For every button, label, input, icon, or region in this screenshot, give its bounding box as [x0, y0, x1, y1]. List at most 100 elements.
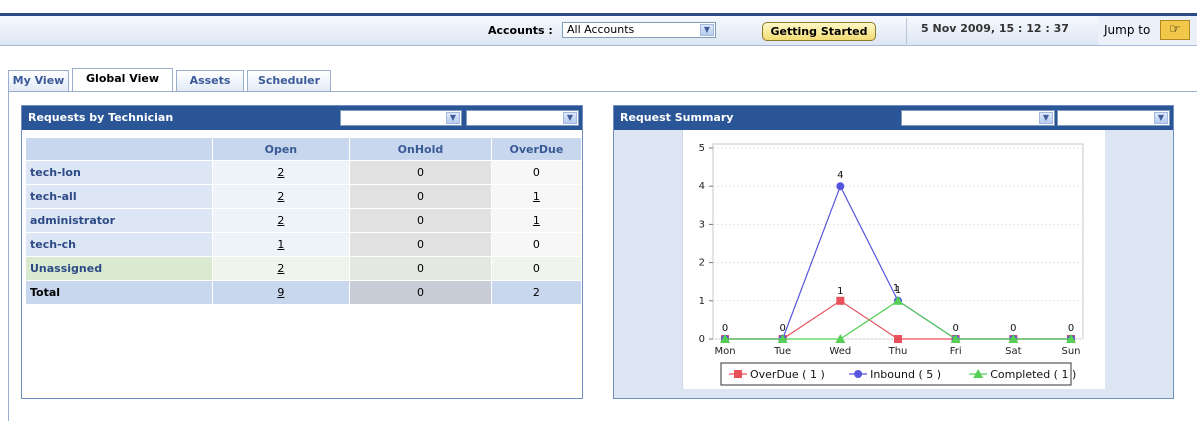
table-row: tech-lon 2 0 0 [25, 160, 583, 185]
accounts-select[interactable]: All Accounts ▼ [562, 22, 716, 38]
x-tick-label: Thu [888, 346, 908, 357]
legend-marker [854, 370, 863, 378]
overdue-point [894, 335, 902, 343]
total-open-link[interactable]: 9 [277, 286, 284, 299]
data-label: 1 [837, 286, 843, 297]
data-label: 0 [779, 323, 785, 334]
getting-started-button[interactable]: Getting Started [762, 22, 876, 41]
table-header-row: Open OnHold OverDue [25, 137, 583, 161]
site-filter-value: All Sites [345, 111, 396, 124]
legend-label: OverDue ( 1 ) [750, 368, 825, 381]
data-label: 1 [893, 283, 899, 294]
onhold-count: 0 [349, 184, 492, 209]
open-count-link[interactable]: 2 [277, 214, 284, 227]
chevron-down-icon: ▼ [563, 112, 577, 124]
jump-to-control[interactable]: Jump to ☞ [1098, 16, 1197, 45]
panel-title: Requests by Technician [28, 111, 174, 124]
y-tick-label: 0 [699, 334, 705, 345]
open-count-link[interactable]: 2 [277, 262, 284, 275]
technician-filter-value: Technician [471, 111, 537, 124]
current-datetime: 5 Nov 2009, 15 : 12 : 37 [921, 22, 1069, 35]
technician-filter-select[interactable]: Technician ▼ [466, 110, 579, 126]
tab-my-view[interactable]: My View [8, 70, 69, 91]
top-toolbar: Accounts : All Accounts ▼ Getting Starte… [0, 16, 1197, 46]
overdue-count-link[interactable]: 1 [533, 214, 540, 227]
chart-area: 0 1 2 3 4 5 Mon Tue Wed Thu Fri Sat Sun 0 0 4 1 0 0 0 1 1 Over… [682, 130, 1105, 389]
table-row: tech-ch 1 0 0 [25, 232, 583, 257]
legend-label: Completed ( 1 ) [990, 368, 1076, 381]
total-label: Total [25, 280, 213, 305]
legend-marker [734, 370, 742, 378]
data-label: 0 [1068, 323, 1074, 334]
request-summary-chart: 012345Mon Tue Wed Thu Fri Sat Sun0 0410 0 01 1Over… [699, 143, 1084, 386]
period-filter-select[interactable]: Last week ▼ [1057, 110, 1170, 126]
table-total-row: Total 9 0 2 [25, 280, 583, 305]
onhold-count: 0 [349, 256, 492, 281]
column-header-onhold: OnHold [349, 137, 492, 161]
technician-name[interactable]: tech-ch [25, 232, 213, 257]
onhold-count: 0 [349, 208, 492, 233]
tab-scheduler[interactable]: Scheduler [247, 70, 331, 91]
y-tick-label: 3 [699, 219, 705, 230]
x-tick-label: Wed [829, 346, 851, 357]
table-row: Unassigned 2 0 0 [25, 256, 583, 281]
x-tick-label: Sun [1061, 346, 1080, 357]
tab-underline [8, 91, 1197, 92]
y-tick-label: 2 [699, 258, 705, 269]
total-onhold: 0 [349, 280, 492, 305]
y-tick-label: 1 [699, 296, 705, 307]
table-row: tech-all 2 0 1 [25, 184, 583, 209]
technician-name[interactable]: Unassigned [25, 256, 213, 281]
tab-assets[interactable]: Assets [176, 70, 244, 91]
column-header-overdue: OverDue [490, 137, 583, 161]
technician-name[interactable]: administrator [25, 208, 213, 233]
site-filter-select[interactable]: All Sites ▼ [340, 110, 462, 126]
x-tick-label: Tue [773, 346, 791, 357]
content-border [8, 91, 9, 421]
legend-label: Inbound ( 5 ) [870, 368, 941, 381]
table-row: administrator 2 0 1 [25, 208, 583, 233]
technician-table: Open OnHold OverDue tech-lon 2 0 0 tech-… [25, 137, 583, 305]
overdue-point [836, 296, 845, 305]
open-count-link[interactable]: 2 [277, 166, 284, 179]
accounts-label: Accounts : [488, 24, 553, 37]
data-label: 0 [1010, 323, 1016, 334]
total-overdue: 2 [490, 280, 583, 305]
chevron-down-icon: ▼ [446, 112, 460, 124]
period-filter-value: Last week [1062, 111, 1125, 124]
technician-name[interactable]: tech-lon [25, 160, 213, 185]
technician-name[interactable]: tech-all [25, 184, 213, 209]
chevron-down-icon: ▼ [1039, 112, 1053, 124]
column-header-open: Open [211, 137, 351, 161]
open-count-link[interactable]: 2 [277, 190, 284, 203]
column-header [25, 137, 213, 161]
request-summary-panel: Request Summary All Sites ▼ Last week ▼ … [613, 105, 1174, 399]
toolbar-divider [906, 18, 907, 44]
overdue-count: 0 [490, 160, 583, 185]
jump-to-label: Jump to [1104, 23, 1151, 37]
x-tick-label: Sat [1005, 346, 1021, 357]
hand-icon[interactable]: ☞ [1160, 20, 1190, 40]
panel-title: Request Summary [620, 111, 734, 124]
panel-header: Request Summary All Sites ▼ Last week ▼ [614, 106, 1173, 130]
x-tick-label: Fri [950, 346, 962, 357]
panel-header: Requests by Technician All Sites ▼ Techn… [22, 106, 582, 130]
y-tick-label: 4 [699, 181, 705, 192]
y-tick-label: 5 [699, 143, 705, 154]
site-filter-value: All Sites [906, 111, 957, 124]
accounts-select-value: All Accounts [567, 23, 635, 36]
onhold-count: 0 [349, 160, 492, 185]
x-tick-label: Mon [714, 346, 735, 357]
overdue-count: 0 [490, 256, 583, 281]
requests-by-technician-panel: Requests by Technician All Sites ▼ Techn… [21, 105, 583, 399]
overdue-count-link[interactable]: 1 [533, 190, 540, 203]
data-label: 0 [722, 323, 728, 334]
onhold-count: 0 [349, 232, 492, 257]
plot-frame [712, 143, 1084, 340]
tab-global-view[interactable]: Global View [72, 68, 173, 91]
overdue-count: 0 [490, 232, 583, 257]
open-count-link[interactable]: 1 [277, 238, 284, 251]
chevron-down-icon: ▼ [700, 24, 714, 36]
site-filter-select[interactable]: All Sites ▼ [901, 110, 1055, 126]
chevron-down-icon: ▼ [1154, 112, 1168, 124]
